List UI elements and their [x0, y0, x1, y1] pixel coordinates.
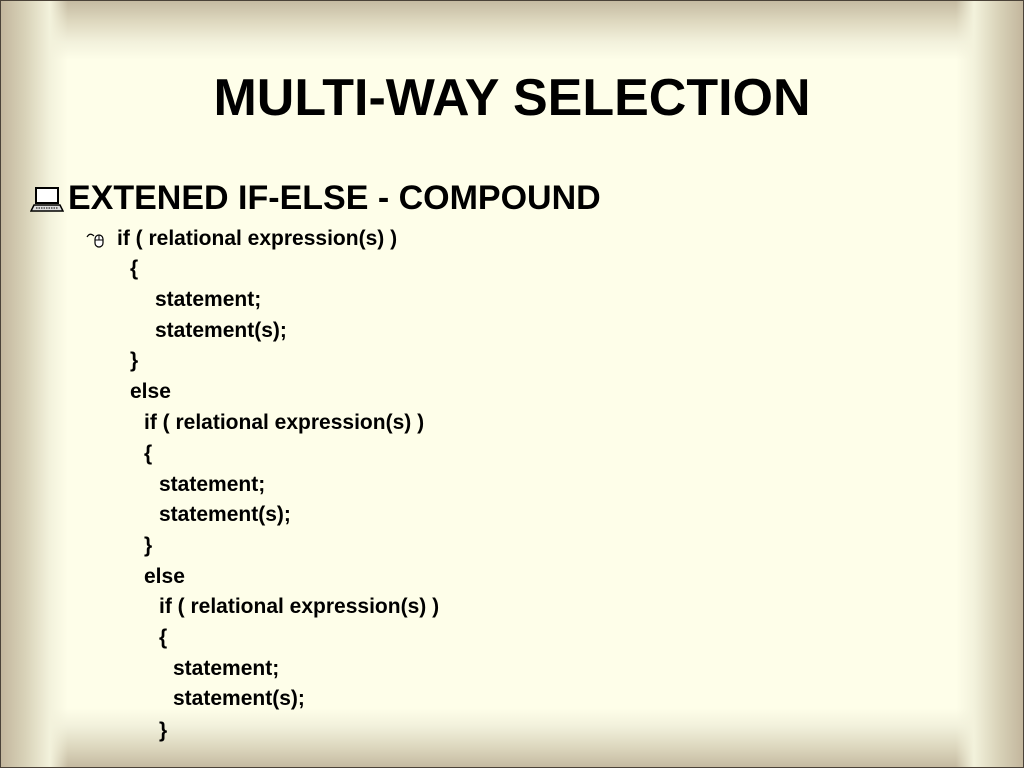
- code-line: }: [159, 719, 168, 742]
- code-line: {: [144, 442, 153, 465]
- code-line: if ( relational expression(s) ): [144, 411, 425, 434]
- slide-title: MULTI-WAY SELECTION: [213, 69, 811, 127]
- computer-mouse-icon: [86, 233, 104, 248]
- code-line: else: [144, 565, 185, 588]
- code-line: if ( relational expression(s) ): [117, 227, 398, 250]
- code-line: statement(s);: [173, 687, 305, 710]
- code-line: statement(s);: [155, 319, 287, 342]
- laptop-computer-icon: [30, 186, 64, 212]
- code-line: statement(s);: [159, 503, 291, 526]
- bullet-heading-text: EXTENED IF-ELSE - COMPOUND: [68, 179, 601, 217]
- code-line: statement;: [155, 288, 262, 311]
- bullet-heading: EXTENED IF-ELSE - COMPOUND: [30, 179, 601, 218]
- code-line: else: [130, 380, 171, 403]
- code-line: {: [130, 257, 139, 280]
- code-line: {: [159, 626, 168, 649]
- code-line: if ( relational expression(s) ): [159, 595, 440, 618]
- code-line: }: [144, 534, 153, 557]
- code-line: statement;: [173, 657, 280, 680]
- code-line: }: [130, 349, 139, 372]
- code-line: statement;: [159, 473, 266, 496]
